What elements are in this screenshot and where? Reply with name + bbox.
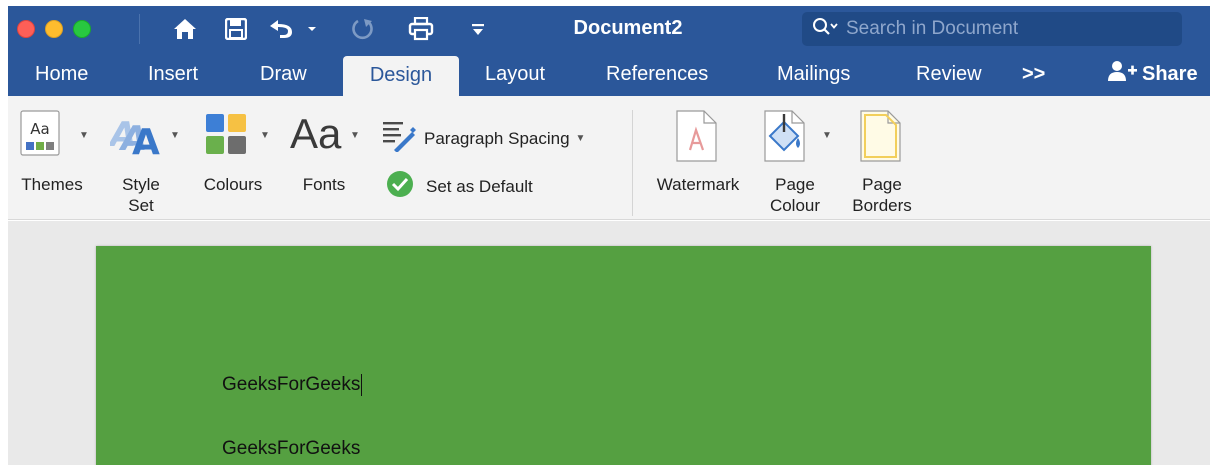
tab-design[interactable]: Design <box>343 56 459 96</box>
page-colour-label-line1: Page <box>775 175 815 194</box>
tab-draw[interactable]: Draw <box>260 52 307 96</box>
ribbon-group-divider <box>632 110 633 216</box>
fonts-dropdown-arrow[interactable]: ▼ <box>350 130 360 141</box>
page-colour-dropdown-arrow[interactable]: ▼ <box>822 130 832 141</box>
style-set-label: Style Set <box>108 174 174 216</box>
document-text-line[interactable]: GeeksForGeeks <box>222 374 363 396</box>
search-field[interactable]: Search in Document <box>802 12 1182 46</box>
themes-icon-text: Aa <box>30 120 49 138</box>
page-borders-label-line1: Page <box>862 175 902 194</box>
page-borders-label: Page Borders <box>842 174 922 216</box>
colours-dropdown-arrow[interactable]: ▼ <box>260 130 270 141</box>
style-set-icon[interactable]: A A A <box>107 112 166 163</box>
document-canvas: GeeksForGeeks GeeksForGeeks <box>8 221 1210 465</box>
page-borders-label-line2: Borders <box>852 196 912 215</box>
tab-references[interactable]: References <box>606 52 708 96</box>
colours-icon[interactable] <box>206 114 248 161</box>
tab-mailings[interactable]: Mailings <box>777 52 850 96</box>
text-cursor <box>361 374 363 396</box>
print-icon[interactable] <box>405 14 437 44</box>
search-input[interactable]: Search in Document <box>846 18 1018 40</box>
fonts-icon[interactable]: Aa <box>290 110 352 163</box>
zoom-window-button[interactable] <box>73 20 91 38</box>
colours-label: Colours <box>203 175 263 194</box>
page-colour-icon[interactable] <box>764 110 808 167</box>
share-label: Share <box>1142 62 1198 85</box>
themes-label: Themes <box>21 175 83 194</box>
tab-layout[interactable]: Layout <box>485 52 545 96</box>
themes-dropdown-arrow[interactable]: ▼ <box>79 130 89 141</box>
design-ribbon: Aa ▼ Themes A A A ▼ Style Set ▼ Colours … <box>8 96 1210 220</box>
fonts-icon-text: Aa <box>290 110 342 157</box>
minimize-window-button[interactable] <box>45 20 63 38</box>
ribbon-tab-bar: Home Insert Draw Design Layout Reference… <box>8 52 1210 96</box>
paragraph-spacing-dropdown-arrow[interactable]: ▼ <box>576 133 586 144</box>
set-as-default-button[interactable]: Set as Default <box>386 170 533 203</box>
checkmark-circle-icon <box>386 170 414 203</box>
svg-text:A: A <box>132 122 160 158</box>
page-colour-label-line2: Colour <box>769 196 821 215</box>
share-button[interactable]: Share <box>1108 52 1198 96</box>
style-set-label-line1: Style <box>122 175 160 194</box>
document-text[interactable]: GeeksForGeeks <box>222 374 360 395</box>
watermark-icon[interactable] <box>676 110 718 167</box>
page-borders-icon[interactable] <box>860 110 902 167</box>
more-tabs-button[interactable]: >> <box>1022 52 1045 96</box>
fonts-label: Fonts <box>302 175 346 194</box>
set-as-default-label: Set as Default <box>426 176 533 196</box>
document-title: Document2 <box>573 17 683 39</box>
word-window: Document2 Search in Document Home Insert… <box>8 6 1210 465</box>
style-set-label-line2: Set <box>128 196 154 215</box>
search-icon <box>812 17 840 42</box>
paragraph-spacing-button[interactable]: Paragraph Spacing ▼ <box>382 120 585 157</box>
save-icon[interactable] <box>221 14 251 44</box>
tab-review[interactable]: Review <box>916 52 982 96</box>
document-page[interactable]: GeeksForGeeks GeeksForGeeks <box>96 246 1151 465</box>
redo-icon[interactable] <box>348 14 378 44</box>
watermark-label: Watermark <box>656 175 740 194</box>
undo-icon[interactable] <box>266 14 318 44</box>
title-bar: Document2 Search in Document <box>8 6 1210 52</box>
page-colour-label: Page Colour <box>756 174 834 216</box>
title-bar-divider <box>139 14 140 44</box>
add-person-icon <box>1108 60 1138 88</box>
document-text[interactable]: GeeksForGeeks <box>222 438 360 459</box>
tab-insert[interactable]: Insert <box>148 52 198 96</box>
tab-home[interactable]: Home <box>35 52 88 96</box>
close-window-button[interactable] <box>17 20 35 38</box>
themes-icon[interactable]: Aa <box>20 110 62 163</box>
home-icon[interactable] <box>168 14 202 44</box>
document-text-line[interactable]: GeeksForGeeks <box>222 438 360 460</box>
paragraph-spacing-label: Paragraph Spacing <box>424 128 570 148</box>
style-set-dropdown-arrow[interactable]: ▼ <box>170 130 180 141</box>
paragraph-spacing-icon <box>382 120 416 157</box>
customize-quick-access-icon[interactable] <box>468 14 488 44</box>
